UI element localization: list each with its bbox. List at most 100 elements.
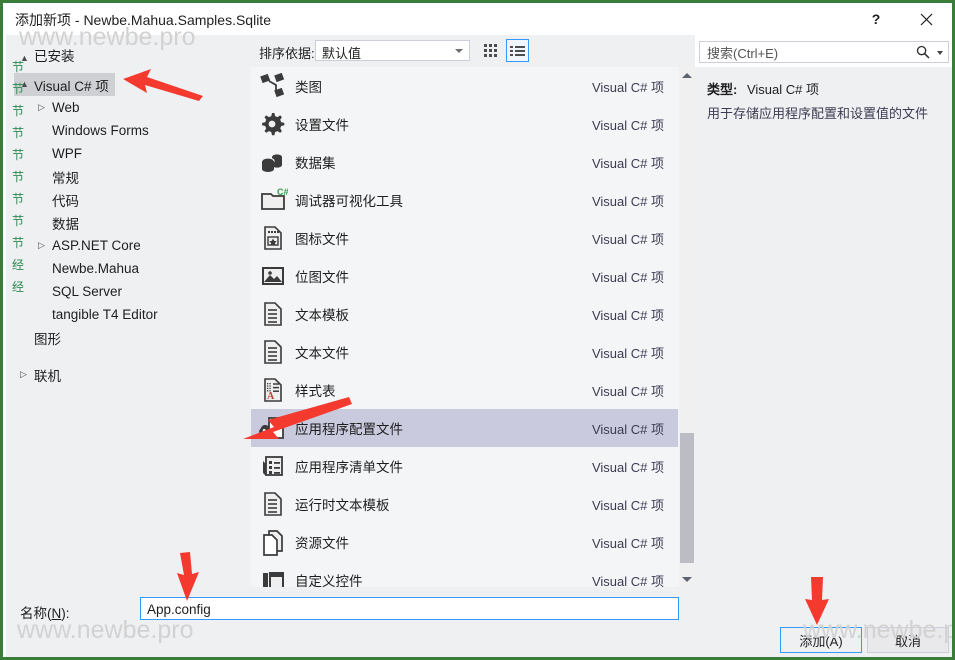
dialog-title: 添加新项 - Newbe.Mahua.Samples.Sqlite [15,12,271,28]
sidebar-item[interactable]: ·tangible T4 Editor [32,303,164,326]
template-item-kind: Visual C# 项 [591,307,664,323]
name-field-label: 名称(N): [20,602,70,622]
template-item-name: 应用程序清单文件 [295,460,403,475]
sidebar-item[interactable]: ·Windows Forms [32,119,155,142]
scrollbar-thumb[interactable] [680,433,694,563]
template-item-row[interactable]: 文本文件 Visual C# 项 [251,333,678,371]
caret-placeholder: · [20,333,34,342]
template-item-name: 资源文件 [295,536,349,551]
template-item-kind: Visual C# 项 [591,231,664,247]
sidebar-item[interactable]: ·图形 [14,326,67,349]
sidebar-item[interactable]: ▲ Visual C# 项 [14,73,115,96]
template-item-kind: Visual C# 项 [591,573,664,588]
template-item-row[interactable]: 自定义控件 Visual C# 项 [251,561,678,587]
template-item-kind: Visual C# 项 [591,421,664,437]
text-document-icon [264,302,282,326]
list-scrollbar[interactable] [679,67,695,587]
template-item-list[interactable]: 类图 Visual C# 项设置文件 Visual C# 项数据集 Visual C#… [251,67,695,587]
template-item-row[interactable]: 设置文件 Visual C# 项 [251,105,678,143]
template-item-row[interactable]: 资源文件 Visual C# 项 [251,523,678,561]
search-options-chevron-icon[interactable] [937,51,943,55]
template-item-kind: Visual C# 项 [591,383,664,399]
template-item-row[interactable]: C# 调试器可视化工具 Visual C# 项 [251,181,678,219]
sidebar-item[interactable]: ▷ ASP.NET Core [32,234,147,257]
caret-placeholder: · [38,264,52,273]
template-item-icon [251,222,295,254]
app-config-icon [259,417,284,439]
detail-type-value: Visual C# 项 [746,82,819,97]
name-label-prefix: 名称( [20,606,52,621]
name-input-wrapper[interactable] [140,597,679,621]
cancel-button[interactable]: 取消 [867,627,949,653]
chevron-right-icon[interactable]: ▷ [20,370,34,379]
sort-by-dropdown[interactable]: 默认值 [315,40,470,61]
template-item-row[interactable]: 文本模板 Visual C# 项 [251,295,678,333]
sidebar-item-label: WPF [52,146,82,161]
template-item-row[interactable]: 应用程序清单文件 Visual C# 项 [251,447,678,485]
name-input[interactable] [145,598,669,621]
template-item-row[interactable]: 类图 Visual C# 项 [251,67,678,105]
bitmap-file-icon [262,267,284,285]
caret-placeholder: · [38,310,52,319]
template-item-row[interactable]: 运行时文本模板 Visual C# 项 [251,485,678,523]
close-icon [920,13,932,25]
template-item-icon [251,108,295,140]
template-item-name: 运行时文本模板 [295,498,390,513]
caret-placeholder: · [38,149,52,158]
scroll-up-button[interactable] [679,67,695,83]
template-item-kind: Visual C# 项 [591,345,664,361]
sidebar-item[interactable]: ·WPF [32,142,88,165]
template-item-row[interactable]: 数据集 Visual C# 项 [251,143,678,181]
stylesheet-icon: A [264,378,282,402]
template-item-icon [251,412,295,444]
template-item-row[interactable]: A 样式表 Visual C# 项 [251,371,678,409]
search-input[interactable] [705,42,909,64]
sidebar-item[interactable]: ▷ Web [32,96,86,119]
sidebar-item[interactable]: ·Newbe.Mahua [32,257,145,280]
grid-view-button[interactable] [479,39,502,62]
caret-placeholder: · [38,218,52,227]
list-toolbar: 排序依据: 默认值 [251,35,695,67]
detail-description: 用于存储应用程序配置和设置值的文件 [707,106,929,121]
sidebar-item-label: Visual C# 项 [34,78,109,94]
sidebar-item[interactable]: ·SQL Server [32,280,128,303]
search-box[interactable] [699,41,949,64]
close-button[interactable] [904,3,948,35]
installed-root[interactable]: ▲ 已安装 [20,45,75,65]
chevron-right-icon[interactable]: ▷ [38,241,52,250]
template-item-icon [251,488,295,520]
folder-csharp-icon: C# [261,187,288,210]
caret-placeholder: · [38,126,52,135]
list-view-button[interactable] [506,39,529,62]
template-item-row[interactable]: 图标文件 Visual C# 项 [251,219,678,257]
template-item-icon [251,526,295,558]
sidebar-item[interactable]: ▷ 联机 [14,363,67,386]
sidebar-item[interactable]: ·常规 [32,165,85,188]
chevron-right-icon[interactable]: ▷ [38,103,52,112]
database-icon [261,154,282,172]
add-button[interactable]: 添加(A) [780,627,862,653]
sidebar-item-label: 代码 [52,193,79,209]
name-label-suffix: ): [61,606,70,621]
sidebar-item[interactable]: ·代码 [32,188,85,211]
sidebar-item-label: SQL Server [52,284,123,299]
template-item-name: 文本模板 [295,308,349,323]
sidebar-item-label: Windows Forms [52,123,149,138]
chevron-down-icon[interactable]: ▲ [20,80,34,89]
sidebar-item-label: 常规 [52,170,79,186]
title-bar: 添加新项 - Newbe.Mahua.Samples.Sqlite ? [3,3,952,35]
scroll-down-button[interactable] [679,571,695,587]
sidebar-item[interactable]: ·数据 [32,211,85,234]
help-button[interactable]: ? [854,3,898,35]
dialog-footer: 名称(N): 添加(A) 取消 [6,587,952,657]
chevron-down-icon [455,49,463,53]
add-new-item-dialog: 添加新项 - Newbe.Mahua.Samples.Sqlite ? ▲ 已安装… [0,0,955,660]
template-item-name: 设置文件 [295,118,349,133]
template-item-kind: Visual C# 项 [591,155,664,171]
resource-file-icon [263,530,283,556]
template-item-row[interactable]: 位图文件 Visual C# 项 [251,257,678,295]
template-item-icon [251,70,295,102]
custom-control-icon [263,572,284,587]
template-item-row[interactable]: 应用程序配置文件 Visual C# 项 [251,409,678,447]
template-item-icon [251,260,295,292]
